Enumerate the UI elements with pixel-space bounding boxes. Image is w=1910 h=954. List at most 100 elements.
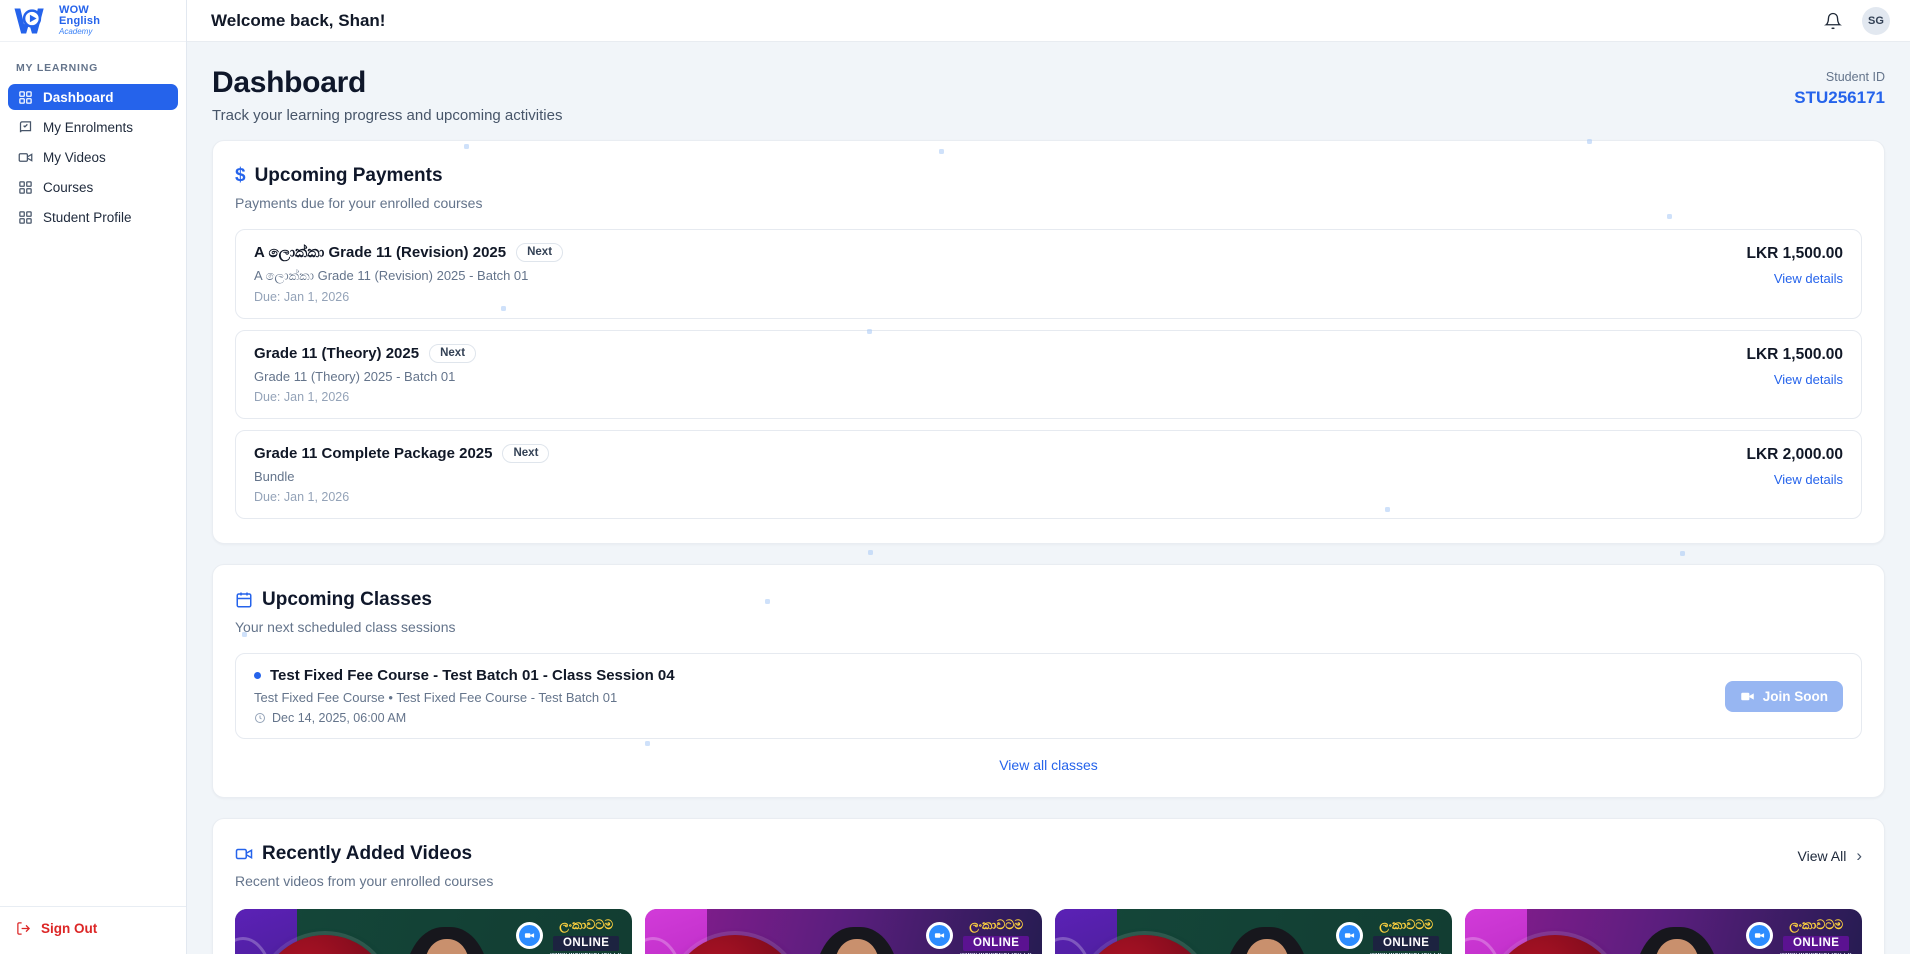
payment-row-right: LKR 1,500.00 View details xyxy=(1747,243,1844,304)
online-badge-lang: ලංකාවටම xyxy=(969,918,1024,932)
payment-row: Grade 11 Complete Package 2025 Next Bund… xyxy=(235,430,1862,519)
presenter-figure xyxy=(1617,927,1737,954)
payments-card-header: $ Upcoming Payments xyxy=(235,165,1862,187)
status-dot xyxy=(254,672,261,679)
bell-icon xyxy=(1824,12,1842,29)
join-soon-button[interactable]: Join Soon xyxy=(1724,680,1843,712)
video-thumbnails-grid: WOW's RACE TO A+ REVISION CLASS A ලොක්කා… xyxy=(235,909,1862,954)
online-badge: ලංකාවටම ONLINE WWW.WOWENGLISH.LK xyxy=(1336,918,1442,954)
payment-row-right: LKR 1,500.00 View details xyxy=(1747,344,1844,404)
video-thumbnail[interactable]: WOW's RACE TO A+ THEORY CLASS ලංකාවටම ON… xyxy=(645,909,1042,954)
view-details-link[interactable]: View details xyxy=(1747,372,1843,387)
zoom-camera-icon xyxy=(926,922,954,949)
grid-icon xyxy=(19,90,32,104)
payment-row-left: Grade 11 Complete Package 2025 Next Bund… xyxy=(254,444,550,504)
payment-row: A ලොක්කා Grade 11 (Revision) 2025 Next A… xyxy=(235,229,1862,319)
classes-subtitle: Your next scheduled class sessions xyxy=(235,619,456,635)
video-thumbnail[interactable]: WOW's RACE TO A+ REVISION CLASS A ලොක්කා… xyxy=(1055,909,1452,954)
view-details-link[interactable]: View details xyxy=(1747,472,1843,487)
welcome-message: Welcome back, Shan! xyxy=(211,10,386,30)
classes-card-header: Upcoming Classes xyxy=(235,589,1862,611)
video-camera-icon xyxy=(1741,692,1754,700)
page-title: Dashboard xyxy=(212,66,366,99)
view-all-videos-button[interactable]: View All › xyxy=(1798,843,1862,864)
logo-line-2: English xyxy=(59,15,101,28)
speck-decoration xyxy=(242,632,247,637)
zoom-camera-icon xyxy=(1336,922,1364,949)
app-root: WOW English Academy MY LEARNING Dashboar… xyxy=(0,0,1910,954)
next-badge: Next xyxy=(502,444,550,463)
page-header: Dashboard Track your learning progress a… xyxy=(212,66,1885,124)
upcoming-classes-card: Upcoming Classes Your next scheduled cla… xyxy=(212,564,1885,798)
grid-icon xyxy=(19,180,32,194)
payment-due-date: Due: Jan 1, 2026 xyxy=(254,490,350,504)
next-badge: Next xyxy=(516,243,564,262)
payment-amount: LKR 1,500.00 xyxy=(1746,245,1844,262)
online-badge-text: ONLINE xyxy=(552,936,620,951)
online-badge-text: ONLINE xyxy=(1782,936,1850,951)
topbar-actions: SG xyxy=(1822,6,1890,35)
view-all-classes-link[interactable]: View all classes xyxy=(235,757,1862,773)
online-badge-lang: ලංකාවටම xyxy=(559,918,614,932)
sidebar-item-label: Courses xyxy=(43,179,94,195)
grid-icon xyxy=(19,210,32,224)
sidebar-item-dashboard[interactable]: Dashboard xyxy=(8,84,178,110)
presenter-figure xyxy=(1207,927,1327,954)
presenter-figure xyxy=(797,927,917,954)
chevron-right-icon: › xyxy=(1856,846,1862,865)
online-badge: ලංකාවටම ONLINE WWW.WOWENGLISH.LK xyxy=(516,918,622,954)
payment-row: Grade 11 (Theory) 2025 Next Grade 11 (Th… xyxy=(235,330,1862,419)
sidebar-item-student-profile[interactable]: Student Profile xyxy=(8,204,178,230)
main-column: Welcome back, Shan! SG Dashboard Track y… xyxy=(187,0,1910,954)
upcoming-payments-card: $ Upcoming Payments Payments due for you… xyxy=(212,140,1885,544)
payment-detail: A ලොක්කා Grade 11 (Revision) 2025 - Batc… xyxy=(254,268,529,283)
clock-icon xyxy=(255,713,265,723)
videos-header-left: Recently Added Videos Recent videos from… xyxy=(235,843,1798,907)
page-subtitle: Track your learning progress and upcomin… xyxy=(212,107,563,124)
presenter-figure xyxy=(387,927,507,954)
payment-title: Grade 11 Complete Package 2025 xyxy=(254,445,493,462)
payments-subtitle: Payments due for your enrolled courses xyxy=(235,195,483,211)
payment-amount: LKR 1,500.00 xyxy=(1746,346,1844,363)
video-camera-icon xyxy=(18,152,33,162)
sidebar-footer: Sign Out xyxy=(0,906,186,954)
notifications-button[interactable] xyxy=(1822,10,1844,32)
sign-out-button[interactable]: Sign Out xyxy=(16,921,170,936)
topbar: Welcome back, Shan! SG xyxy=(187,0,1910,42)
sidebar-item-label: Dashboard xyxy=(43,89,114,105)
sidebar-item-courses[interactable]: Courses xyxy=(8,174,178,200)
sidebar-nav: Dashboard My Enrolments My Videos Course… xyxy=(0,84,186,230)
payment-title: A ලොක්කා Grade 11 (Revision) 2025 xyxy=(254,244,507,261)
join-soon-label: Join Soon xyxy=(1762,688,1828,704)
speck-decoration xyxy=(645,741,650,746)
payment-due-date: Due: Jan 1, 2026 xyxy=(254,390,350,404)
logout-icon xyxy=(17,922,31,935)
video-thumbnail[interactable]: WOW's RACE TO A+ REVISION CLASS A ලොක්කා… xyxy=(235,909,632,954)
app-logo[interactable]: WOW English Academy xyxy=(0,0,186,42)
sidebar: WOW English Academy MY LEARNING Dashboar… xyxy=(0,0,187,954)
online-badge-lang: ලංකාවටම xyxy=(1379,918,1434,932)
calendar-icon xyxy=(236,592,252,608)
online-badge: ලංකාවටම ONLINE WWW.WOWENGLISH.LK xyxy=(1746,918,1852,954)
class-row-left: Test Fixed Fee Course - Test Batch 01 - … xyxy=(254,667,675,725)
sidebar-item-my-enrolments[interactable]: My Enrolments xyxy=(8,114,178,140)
speck-decoration xyxy=(939,149,944,154)
view-details-link[interactable]: View details xyxy=(1747,271,1843,286)
speck-decoration xyxy=(1385,507,1390,512)
payment-due-date: Due: Jan 1, 2026 xyxy=(254,290,350,304)
wow-logo-icon xyxy=(14,8,44,33)
video-camera-icon xyxy=(235,848,253,860)
videos-card-header: Recently Added Videos Recent videos from… xyxy=(235,843,1862,907)
sidebar-item-label: Student Profile xyxy=(43,209,132,225)
online-badge: ලංකාවටම ONLINE WWW.WOWENGLISH.LK xyxy=(926,918,1032,954)
video-thumbnail[interactable]: WOW's RACE TO A+ THEORY CLASS ලංකාවටම ON… xyxy=(1465,909,1862,954)
sidebar-item-label: My Enrolments xyxy=(43,119,134,135)
speck-decoration xyxy=(464,144,469,149)
sidebar-item-my-videos[interactable]: My Videos xyxy=(8,144,178,170)
user-avatar[interactable]: SG xyxy=(1862,6,1890,35)
payment-row-left: A ලොක්කා Grade 11 (Revision) 2025 Next A… xyxy=(254,243,564,304)
sign-out-label: Sign Out xyxy=(41,921,98,936)
payment-detail: Grade 11 (Theory) 2025 - Batch 01 xyxy=(254,369,456,384)
student-id-block: Student ID STU256171 xyxy=(1794,66,1885,108)
student-id-label: Student ID xyxy=(1825,70,1885,84)
